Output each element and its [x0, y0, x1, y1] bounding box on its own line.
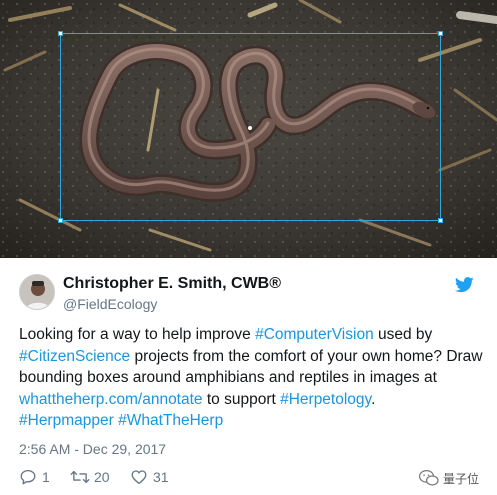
- avatar[interactable]: [19, 274, 55, 310]
- heart-icon: [131, 470, 147, 485]
- text-segment: to support: [202, 390, 281, 408]
- hashtag-link[interactable]: #CitizenScience: [19, 348, 130, 365]
- bbox-handle-icon[interactable]: [438, 31, 443, 36]
- wechat-icon: [418, 470, 439, 486]
- text-segment: used by: [373, 326, 433, 343]
- hashtag-link[interactable]: #Herpmapper: [19, 412, 114, 429]
- bbox-handle-icon[interactable]: [438, 218, 443, 223]
- hashtag-link[interactable]: #Herpetology: [280, 391, 371, 408]
- avatar-photo: [20, 275, 54, 309]
- snake-photo: [0, 0, 497, 258]
- twitter-bird-icon[interactable]: [455, 277, 474, 293]
- center-dot-icon: [248, 126, 252, 130]
- text-segment: .: [371, 390, 376, 408]
- author-name[interactable]: Christopher E. Smith, CWB®: [63, 275, 281, 293]
- reply-icon: [20, 469, 36, 485]
- retweet-icon: [70, 470, 90, 484]
- reply-count: 1: [42, 469, 50, 485]
- hashtag-link[interactable]: #ComputerVision: [255, 326, 374, 343]
- tweet-card: Christopher E. Smith, CWB® @FieldEcology…: [0, 258, 497, 495]
- like-button[interactable]: 31: [130, 467, 169, 487]
- watermark: 量子位: [418, 467, 479, 489]
- hashtag-link[interactable]: #WhatTheHerp: [118, 412, 223, 429]
- tweet-timestamp[interactable]: 2:56 AM - Dec 29, 2017: [19, 441, 166, 457]
- text-segment: Looking for a way to help improve: [19, 326, 256, 343]
- url-link[interactable]: whattheherp.com/annotate: [19, 391, 203, 408]
- author-handle[interactable]: @FieldEcology: [63, 296, 157, 312]
- watermark-text: 量子位: [443, 471, 480, 486]
- bbox-handle-icon[interactable]: [58, 218, 63, 223]
- retweet-count: 20: [94, 469, 110, 485]
- tweet-text: Looking for a way to help improve #Compu…: [19, 324, 489, 432]
- bbox-handle-icon[interactable]: [58, 31, 63, 36]
- like-count: 31: [153, 469, 169, 485]
- reply-button[interactable]: 1: [19, 467, 50, 487]
- retweet-button[interactable]: 20: [70, 467, 110, 487]
